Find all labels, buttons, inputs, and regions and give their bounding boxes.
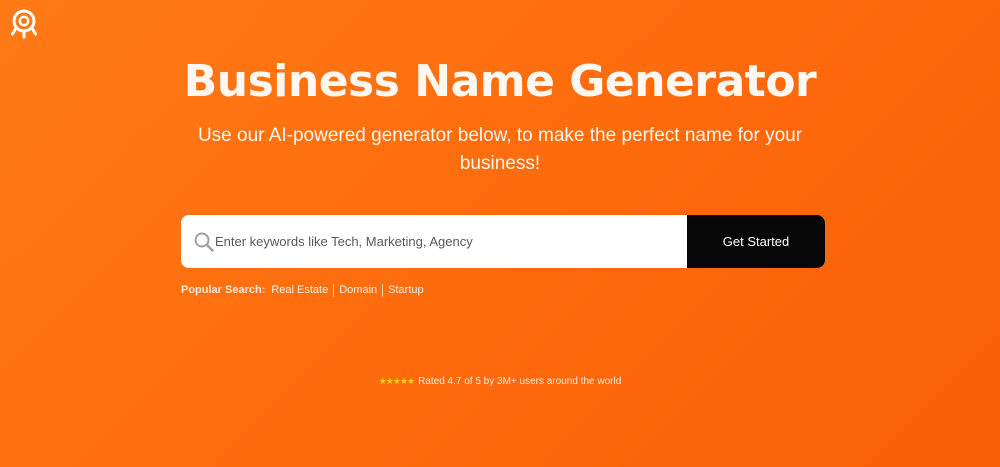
page-subtitle: Use our AI-powered generator below, to m… <box>197 125 803 174</box>
search-icon <box>193 231 215 253</box>
star-rating-icon: ★★★★★ <box>378 376 415 386</box>
popular-search-startup[interactable]: Startup <box>383 284 428 296</box>
popular-search-domain[interactable]: Domain <box>334 284 382 296</box>
search-input[interactable] <box>215 215 681 268</box>
rating: ★★★★★ Rated 4.7 of 5 by 3M+ users around… <box>0 376 1000 387</box>
popular-search-label: Popular Search: <box>181 284 266 296</box>
search-bar: Get Started <box>181 215 825 268</box>
get-started-button[interactable]: Get Started <box>687 215 825 268</box>
rating-text: Rated 4.7 of 5 by 3M+ users around the w… <box>418 376 622 387</box>
page: Business Name Generator Use our AI-power… <box>0 0 1000 467</box>
lightbulb-logo-icon[interactable] <box>8 8 40 40</box>
search-field[interactable] <box>181 215 687 268</box>
page-title: Business Name Generator <box>183 56 817 107</box>
popular-search: Popular Search: Real Estate Domain Start… <box>181 283 429 297</box>
popular-search-real-estate[interactable]: Real Estate <box>271 284 333 296</box>
